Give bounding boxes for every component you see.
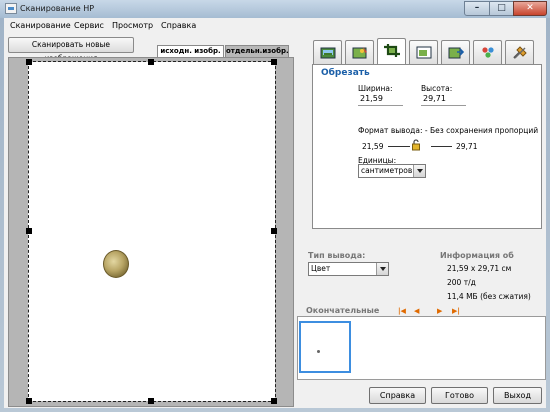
last-page-icon[interactable]: ▶| [452,307,460,315]
crop-handle-top-left[interactable] [26,59,32,65]
crop-icon [384,44,400,57]
color-icon [482,47,494,58]
crop-handle-top[interactable] [148,59,154,65]
resize-icon [416,46,432,59]
scan-new-images-button[interactable]: Сканировать новые изображения [8,37,134,63]
output-type-label: Тип вывода: [308,251,366,260]
unlock-proportions-icon[interactable] [411,139,421,151]
link-line-right [431,146,452,147]
chevron-down-icon [376,263,388,275]
tab-crop[interactable] [377,38,406,65]
units-value: сантиметров [361,166,413,175]
link-line-left [388,146,410,147]
crop-handle-bottom-left[interactable] [26,398,32,404]
help-button[interactable]: Справка [369,387,426,404]
finals-label: Окончательные [306,306,380,315]
tab-export[interactable] [441,40,470,64]
tab-separate-image[interactable]: отдельн.изобр. [225,45,289,57]
output-type-value: Цвет [311,264,331,273]
tab-tools[interactable] [505,40,534,64]
menu-scan[interactable]: Сканирование [10,21,71,30]
window-title: Сканирование HP [20,4,95,13]
first-page-icon[interactable]: |◀ [398,307,406,315]
final-image-thumbnail[interactable] [299,321,351,373]
height-field[interactable]: 29,71 [421,92,466,106]
next-page-icon[interactable]: ▶ [437,307,442,315]
minimize-icon: – [474,3,480,13]
tab-adjust-image[interactable] [345,40,374,64]
exit-button[interactable]: Выход [493,387,542,404]
adjust-image-icon [352,47,367,59]
format-height-value: 29,71 [456,142,478,151]
tab-resize[interactable] [409,40,438,64]
menu-service[interactable]: Сервис [74,21,104,30]
crop-heading: Обрезать [321,68,370,78]
menu-view[interactable]: Просмотр [112,21,153,30]
thumbnail-coin [317,350,320,353]
done-button[interactable]: Готово [431,387,488,404]
info-filesize: 11,4 МБ (без сжатия) [447,292,531,301]
menu-help[interactable]: Справка [161,21,196,30]
close-icon: ✕ [526,3,534,13]
crop-handle-bottom[interactable] [148,398,154,404]
crop-handle-right[interactable] [271,228,277,234]
info-label: Информация об [440,251,514,260]
minimize-button[interactable]: – [464,1,490,16]
maximize-icon: □ [497,3,506,13]
tools-icon [513,46,527,59]
width-field[interactable]: 21,59 [358,92,403,106]
crop-handle-top-right[interactable] [271,59,277,65]
prev-page-icon[interactable]: ◀ [414,307,419,315]
tab-color[interactable] [473,40,502,64]
format-width-value: 21,59 [362,142,384,151]
tab-scanner-photo[interactable] [313,40,342,64]
format-label: Формат вывода: - Без сохранения пропорци… [358,126,539,135]
info-dpi: 200 т/д [447,278,476,287]
units-dropdown[interactable]: сантиметров [358,164,426,178]
crop-handle-bottom-right[interactable] [271,398,277,404]
close-button[interactable]: ✕ [513,1,547,16]
output-type-dropdown[interactable]: Цвет [308,262,389,276]
app-icon [5,3,17,14]
tab-original-image[interactable]: исходн. изобр. [157,45,224,57]
scanner-photo-icon [320,47,336,59]
export-icon [448,47,464,59]
chevron-down-icon [413,165,425,177]
scanned-coin-image [103,250,129,278]
scanned-page [28,62,275,401]
crop-handle-left[interactable] [26,228,32,234]
info-size: 21,59 x 29,71 см [447,264,512,273]
maximize-button[interactable]: □ [489,1,514,16]
